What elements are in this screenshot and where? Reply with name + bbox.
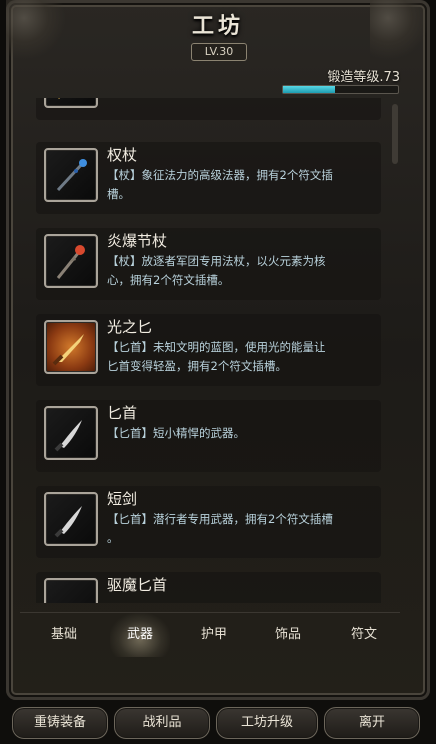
exit-button[interactable]: 离开 <box>324 707 420 739</box>
item-name: 权杖 <box>107 146 138 164</box>
recipe-list[interactable]: 【 】 … … … … … 权杖 【杖】象征法力的高级法器，拥有2个符文插 槽。… <box>28 98 384 603</box>
bottom-action-bar: 重铸装备 战利品 工坊升级 离开 <box>0 700 436 744</box>
exorcism-dagger-icon <box>44 578 98 603</box>
scrollbar-thumb[interactable] <box>392 104 398 164</box>
item-desc-line1: 【匕首】短小精悍的武器。 <box>107 426 245 440</box>
list-item[interactable]: 驱魔匕首 <box>36 572 381 603</box>
item-desc-line2: 槽。 <box>107 187 130 201</box>
item-name: 驱魔匕首 <box>107 576 168 594</box>
title-plate: 工坊 <box>170 8 266 39</box>
item-name: 光之匕 <box>107 318 153 336</box>
item-name: 短剑 <box>107 490 138 508</box>
list-item[interactable]: 权杖 【杖】象征法力的高级法器，拥有2个符文插 槽。 <box>36 142 381 214</box>
item-desc-line2: 。 <box>107 531 119 545</box>
item-description: 【匕首】未知文明的蓝图，使用光的能量让 匕首变得轻盈，拥有2个符文插槽。 <box>107 338 377 376</box>
list-item[interactable]: 短剑 【匕首】潜行者专用武器，拥有2个符文插槽 。 <box>36 486 381 558</box>
scepter-icon <box>44 148 98 202</box>
item-description: 【匕首】短小精悍的武器。 <box>107 424 377 443</box>
tab-basic[interactable]: 基础 <box>34 613 94 657</box>
tab-runes[interactable]: 符文 <box>334 613 394 657</box>
item-desc-line1: 【匕首】潜行者专用武器，拥有2个符文插槽 <box>107 512 333 526</box>
level-badge: LV.30 <box>191 43 247 61</box>
fire-staff-icon <box>44 234 98 288</box>
item-description: 【杖】象征法力的高级法器，拥有2个符文插 槽。 <box>107 166 377 204</box>
forge-progress-bar <box>282 85 399 94</box>
tab-accessories[interactable]: 饰品 <box>258 613 318 657</box>
loot-button[interactable]: 战利品 <box>114 707 210 739</box>
item-name: 炎爆节杖 <box>107 232 168 250</box>
forge-progress-fill <box>283 86 335 93</box>
tab-armor[interactable]: 护甲 <box>184 613 244 657</box>
short-sword-icon <box>44 492 98 546</box>
list-scrollbar[interactable] <box>392 100 398 600</box>
frame-ornament-right <box>370 0 430 60</box>
list-item[interactable]: 匕首 【匕首】短小精悍的武器。 <box>36 400 381 472</box>
page-title: 工坊 <box>191 14 244 39</box>
workshop-upgrade-button[interactable]: 工坊升级 <box>216 707 318 739</box>
list-item[interactable]: 光之匕 【匕首】未知文明的蓝图，使用光的能量让 匕首变得轻盈，拥有2个符文插槽。 <box>36 314 381 386</box>
category-tabs: 基础 武器 护甲 饰品 符文 <box>20 612 400 659</box>
item-description: 【匕首】潜行者专用武器，拥有2个符文插槽 。 <box>107 510 377 548</box>
list-item[interactable]: 【 】 … … … … … <box>36 98 381 120</box>
tab-weapons[interactable]: 武器 <box>110 613 170 657</box>
light-dagger-icon <box>44 320 98 374</box>
dagger-icon <box>44 406 98 460</box>
item-name: 匕首 <box>107 404 138 422</box>
reforge-equipment-button[interactable]: 重铸装备 <box>12 707 108 739</box>
item-desc-line2: 匕首变得轻盈，拥有2个符文插槽。 <box>107 359 287 373</box>
frame-ornament-left <box>6 0 66 60</box>
item-description: 【杖】放逐者军团专用法杖，以火元素为核 心，拥有2个符文插槽。 <box>107 252 377 290</box>
item-desc-line2: 心，拥有2个符文插槽。 <box>107 273 230 287</box>
unknown-item-icon <box>44 98 98 108</box>
item-desc-line1: 【匕首】未知文明的蓝图，使用光的能量让 <box>107 340 326 354</box>
item-desc-line1: 【杖】放逐者军团专用法杖，以火元素为核 <box>107 254 326 268</box>
forge-level-label: 锻造等级.73 <box>327 70 400 85</box>
list-item[interactable]: 炎爆节杖 【杖】放逐者军团专用法杖，以火元素为核 心，拥有2个符文插槽。 <box>36 228 381 300</box>
item-desc-line1: 【杖】象征法力的高级法器，拥有2个符文插 <box>107 168 333 182</box>
